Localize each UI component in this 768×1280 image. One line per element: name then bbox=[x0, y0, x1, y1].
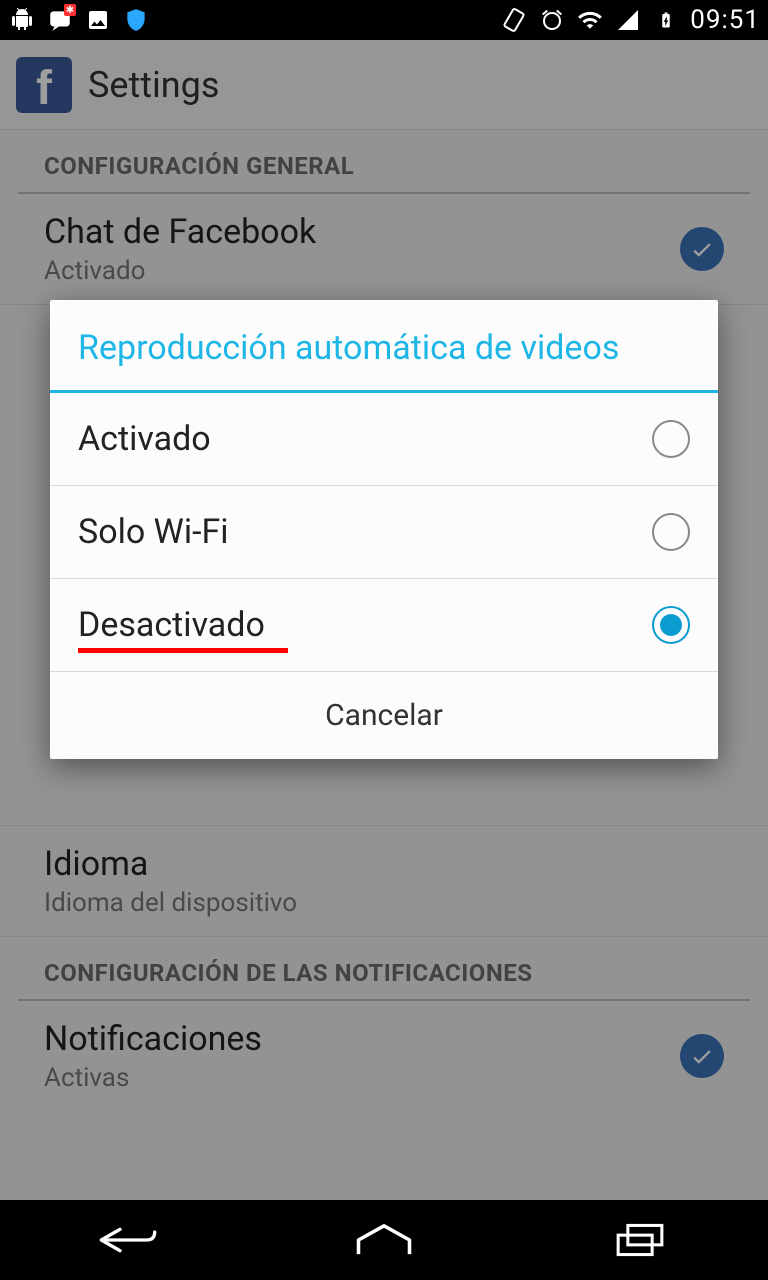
battery-charging-icon bbox=[652, 6, 680, 34]
navigation-bar bbox=[0, 1200, 768, 1280]
option-label: Desactivado bbox=[78, 605, 652, 645]
option-text: Desactivado bbox=[78, 605, 265, 645]
option-desactivado[interactable]: Desactivado bbox=[50, 579, 718, 672]
wifi-icon bbox=[576, 6, 604, 34]
gallery-icon bbox=[84, 6, 112, 34]
option-activado[interactable]: Activado bbox=[50, 393, 718, 486]
annotation-underline bbox=[78, 648, 288, 653]
shield-icon bbox=[122, 6, 150, 34]
radio-selected-icon bbox=[652, 606, 690, 644]
status-right-icons: 09:51 bbox=[500, 5, 760, 35]
home-button[interactable] bbox=[344, 1215, 424, 1265]
back-button[interactable] bbox=[88, 1215, 168, 1265]
bbm-icon: ✱ bbox=[46, 6, 74, 34]
rotation-icon bbox=[500, 6, 528, 34]
recents-button[interactable] bbox=[600, 1215, 680, 1265]
dialog-title: Reproducción automática de videos bbox=[50, 300, 718, 393]
alarm-icon bbox=[538, 6, 566, 34]
autoplay-dialog: Reproducción automática de videos Activa… bbox=[50, 300, 718, 759]
radio-icon bbox=[652, 513, 690, 551]
android-icon bbox=[8, 6, 36, 34]
option-label: Solo Wi-Fi bbox=[78, 512, 652, 552]
radio-icon bbox=[652, 420, 690, 458]
option-label: Activado bbox=[78, 419, 652, 459]
status-bar: ✱ 09:51 bbox=[0, 0, 768, 40]
status-left-icons: ✱ bbox=[8, 6, 150, 34]
cancel-button[interactable]: Cancelar bbox=[50, 672, 718, 759]
option-solo-wifi[interactable]: Solo Wi-Fi bbox=[50, 486, 718, 579]
signal-icon bbox=[614, 6, 642, 34]
status-clock: 09:51 bbox=[690, 5, 760, 35]
